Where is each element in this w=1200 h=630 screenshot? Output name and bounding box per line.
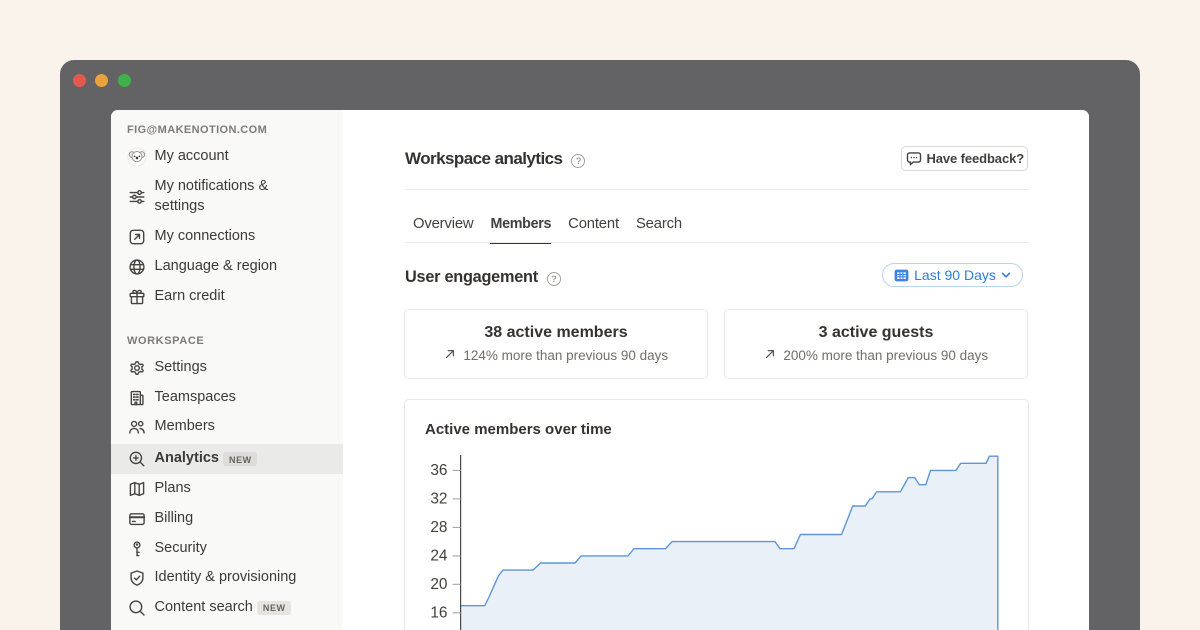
svg-text:16: 16 (430, 605, 447, 622)
svg-text:32: 32 (430, 491, 447, 508)
svg-text:36: 36 (430, 462, 447, 479)
svg-text:20: 20 (430, 576, 447, 593)
svg-text:28: 28 (430, 519, 447, 536)
svg-text:24: 24 (430, 548, 448, 565)
